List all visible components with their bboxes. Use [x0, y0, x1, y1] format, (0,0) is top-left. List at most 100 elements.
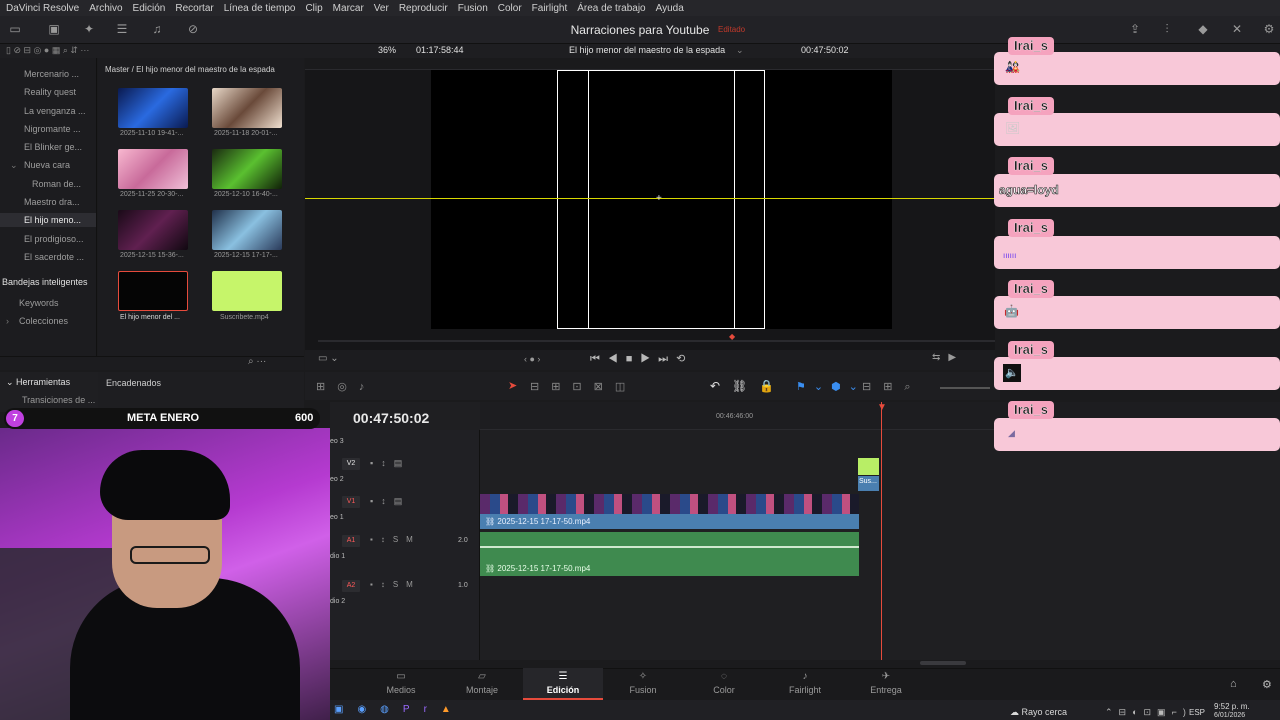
- edit-index-icon[interactable]: ☰: [115, 22, 129, 36]
- page-tab-edicion[interactable]: Edición: [533, 685, 593, 695]
- export-icon[interactable]: ⇪: [1128, 22, 1142, 36]
- selection-tool-icon[interactable]: ➤: [508, 379, 517, 392]
- track-id-v1[interactable]: V1: [342, 496, 360, 508]
- bin-item[interactable]: Nigromante ...: [24, 124, 81, 134]
- chevron-down-icon[interactable]: ⌄: [736, 45, 744, 56]
- menu-color[interactable]: Color: [498, 3, 522, 14]
- page-tab-entrega[interactable]: Entrega: [856, 685, 916, 695]
- menu-fusion[interactable]: Fusion: [458, 3, 488, 14]
- timeline-thumbnail-selected[interactable]: [118, 271, 188, 311]
- media-page-icon[interactable]: ▭: [371, 671, 431, 682]
- track-controls[interactable]: ▪↕SM: [370, 580, 421, 589]
- menu-ayuda[interactable]: Ayuda: [656, 3, 684, 14]
- match-frame-icons[interactable]: ⇆▶: [932, 352, 964, 363]
- settings-gear-icon[interactable]: ⚙: [1262, 678, 1272, 691]
- panel-icons[interactable]: ▯ ⊘ ⊟ ◎ ● ▦ ⌕ ⇵ ···: [6, 45, 89, 56]
- weather-widget[interactable]: ☁ Rayo cerca: [1010, 707, 1067, 718]
- timeline-scrollbar[interactable]: [920, 661, 966, 665]
- sound-library-icon[interactable]: ♫: [150, 22, 164, 36]
- settings-icon[interactable]: ⚙: [1262, 22, 1276, 36]
- clip-thumbnail[interactable]: [118, 210, 188, 250]
- clip-thumbnail[interactable]: [212, 210, 282, 250]
- track-controls[interactable]: ▪↕▤: [370, 496, 410, 507]
- flag-marker-icons[interactable]: ⚑⌄⬢⌄: [796, 380, 866, 393]
- deliver-page-icon[interactable]: ✈: [856, 671, 916, 682]
- edit-page-icon[interactable]: ☰: [533, 671, 593, 682]
- taskbar-app-icons[interactable]: ▣◉◍Pr▲: [334, 704, 465, 715]
- tray-icons[interactable]: ⌃⊟◐⊡▣⌐): [1105, 707, 1192, 718]
- clip-thumbnail[interactable]: [212, 149, 282, 189]
- track-id-a1[interactable]: A1: [342, 535, 360, 547]
- menu-edicion[interactable]: Edición: [133, 3, 166, 14]
- clock-time[interactable]: 9:52 p. m.: [1214, 702, 1250, 711]
- menu-recortar[interactable]: Recortar: [175, 3, 213, 14]
- mixer-icon[interactable]: ⫶: [1160, 22, 1174, 36]
- fusion-page-icon[interactable]: ✧: [613, 671, 673, 682]
- transport-controls[interactable]: ⏮◀■▶⏭⟲: [590, 352, 693, 366]
- page-tab-medios[interactable]: Medios: [371, 685, 431, 695]
- clip-thumbnail[interactable]: [118, 88, 188, 128]
- cut-page-icon[interactable]: ▱: [452, 671, 512, 682]
- chevron-right-icon[interactable]: ›: [6, 316, 9, 326]
- smart-bin-keywords[interactable]: Keywords: [19, 298, 59, 308]
- menu-reproducir[interactable]: Reproducir: [399, 3, 448, 14]
- media-pool-icon[interactable]: ▭: [8, 22, 22, 36]
- track-controls[interactable]: ▪↕▤: [370, 458, 410, 469]
- page-tab-color[interactable]: Color: [694, 685, 754, 695]
- bin-item-active[interactable]: El hijo meno...: [0, 213, 96, 227]
- bin-item[interactable]: El prodigioso...: [24, 234, 84, 244]
- scrubber-bar[interactable]: [318, 340, 995, 342]
- menu-area-trabajo[interactable]: Área de trabajo: [577, 3, 645, 14]
- menu-ver[interactable]: Ver: [374, 3, 389, 14]
- page-tab-fairlight[interactable]: Fairlight: [775, 685, 835, 695]
- inspector-icon[interactable]: ✕: [1230, 22, 1244, 36]
- smart-bin-colecciones[interactable]: Colecciones: [19, 316, 68, 326]
- playhead-head-icon[interactable]: ▼: [877, 402, 887, 413]
- track-id-a2[interactable]: A2: [342, 580, 360, 592]
- playhead[interactable]: [881, 402, 882, 660]
- clip-thumbnail[interactable]: [212, 88, 282, 128]
- chevron-down-icon[interactable]: ⌄: [10, 160, 18, 171]
- menu-fairlight[interactable]: Fairlight: [532, 3, 568, 14]
- bin-item[interactable]: Mercenario ...: [24, 69, 79, 79]
- track-id-v2[interactable]: V2: [342, 458, 360, 470]
- clip-thumbnail[interactable]: [118, 149, 188, 189]
- jog-icon[interactable]: ‹ ● ›: [524, 354, 540, 364]
- page-tab-montaje[interactable]: Montaje: [452, 685, 512, 695]
- playhead-marker-icon[interactable]: ◆: [729, 332, 735, 341]
- zoom-level[interactable]: 36%: [378, 45, 396, 55]
- fairlight-page-icon[interactable]: ♪: [775, 671, 835, 682]
- clip-thumbnail[interactable]: [212, 271, 282, 311]
- timeline-view-icons[interactable]: ⊞◎♪: [316, 380, 376, 393]
- bin-item[interactable]: La venganza ...: [24, 106, 86, 116]
- bin-item[interactable]: Reality quest: [24, 87, 76, 97]
- menu-clip[interactable]: Clip: [305, 3, 322, 14]
- zoom-icons[interactable]: ⊟⊞⌕: [862, 380, 923, 394]
- bin-item[interactable]: Roman de...: [32, 179, 81, 189]
- snap-link-icons[interactable]: ↶⛓🔒: [710, 379, 786, 393]
- timeline-selector[interactable]: El hijo menor del maestro de la espada: [569, 45, 725, 55]
- home-icon[interactable]: ⌂: [1230, 678, 1237, 690]
- menu-linea-tiempo[interactable]: Línea de tiempo: [224, 3, 296, 14]
- tools-header[interactable]: ⌄ Herramientas: [6, 377, 70, 388]
- link-icon[interactable]: ⊘: [186, 22, 200, 36]
- viewer-options-icon[interactable]: ▭ ⌄: [318, 353, 339, 364]
- metadata-icon[interactable]: ◆: [1196, 22, 1210, 36]
- page-tab-fusion[interactable]: Fusion: [613, 685, 673, 695]
- bin-item[interactable]: Nueva cara: [24, 160, 70, 170]
- track-controls[interactable]: ▪↕SM: [370, 535, 421, 544]
- menu-archivo[interactable]: Archivo: [89, 3, 122, 14]
- edit-tools-icons[interactable]: ⊟⊞⊡⊠◫: [530, 380, 637, 393]
- bin-item[interactable]: El sacerdote ...: [24, 252, 84, 262]
- transitions-item[interactable]: Transiciones de ...: [22, 395, 95, 405]
- video-clip-thumbnails[interactable]: [480, 494, 859, 514]
- clock-date[interactable]: 6/01/2026: [1214, 712, 1245, 719]
- media-icon[interactable]: ▣: [47, 22, 61, 36]
- bin-item[interactable]: Maestro dra...: [24, 197, 80, 207]
- zoom-slider[interactable]: [940, 387, 990, 389]
- menu-marcar[interactable]: Marcar: [333, 3, 364, 14]
- menu-app[interactable]: DaVinci Resolve: [6, 3, 79, 14]
- search-icon[interactable]: ⌕ ···: [248, 356, 266, 367]
- subscribe-clip[interactable]: [858, 458, 879, 475]
- color-page-icon[interactable]: ◌: [694, 671, 754, 682]
